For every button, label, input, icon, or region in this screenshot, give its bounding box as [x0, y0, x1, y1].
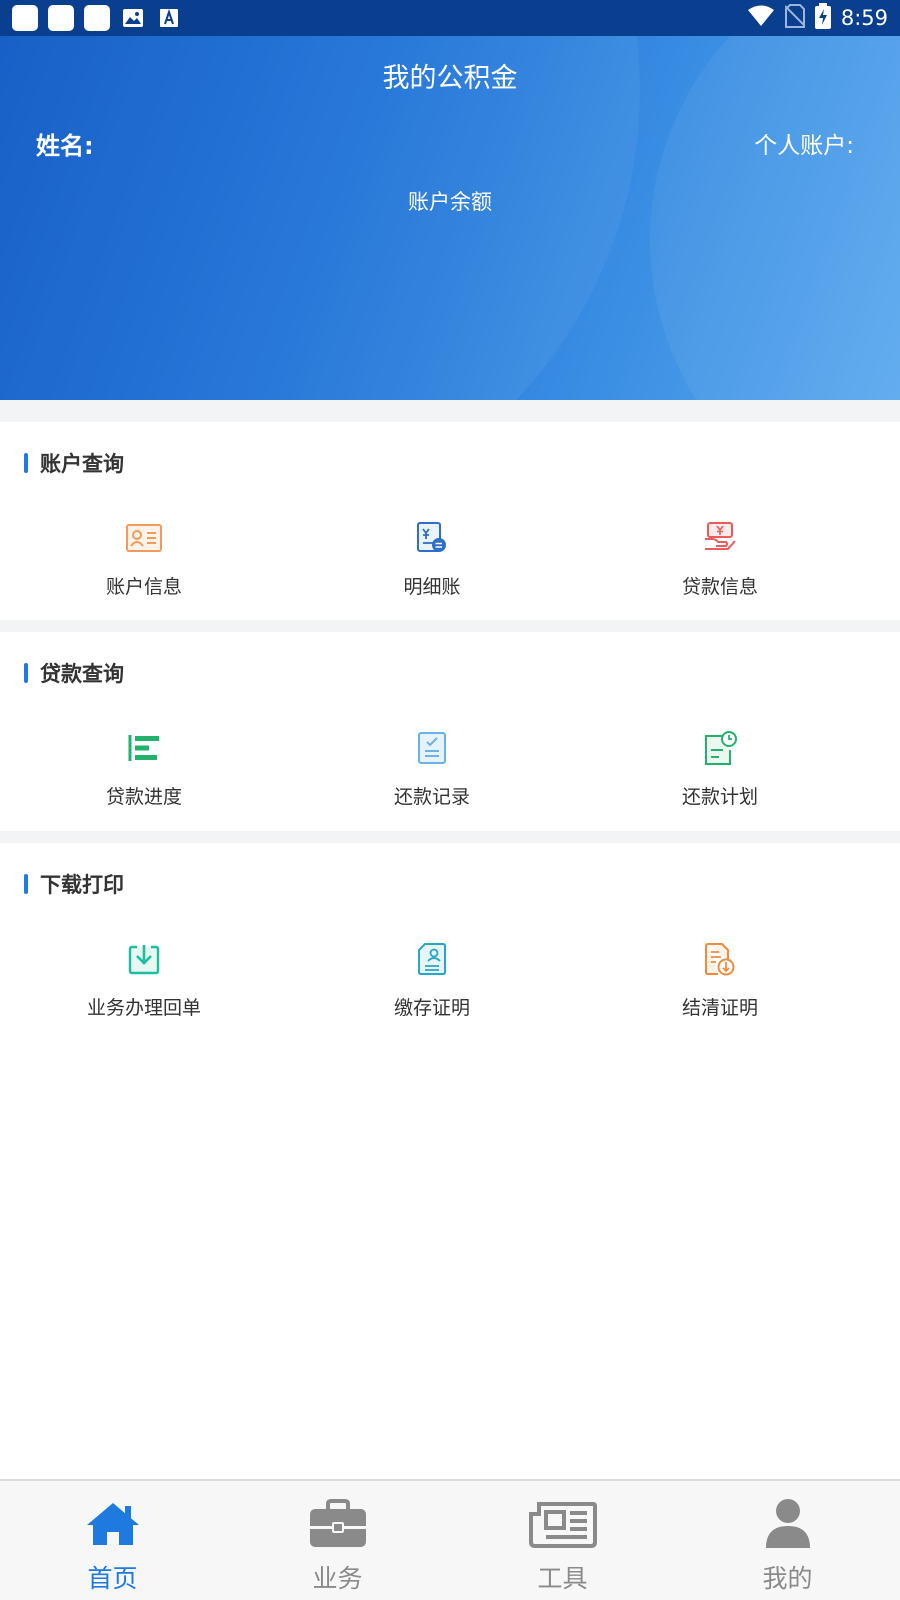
font-icon: [156, 5, 182, 31]
progress-icon: [124, 728, 164, 768]
section-accent-bar: [24, 453, 28, 473]
section-header: 贷款查询: [24, 658, 124, 688]
balance-label: 账户余额: [408, 190, 492, 214]
notification-icon: [12, 5, 38, 31]
menu-item-repayment-plan[interactable]: 还款计划: [576, 728, 864, 809]
nav-item-mine[interactable]: 我的: [675, 1481, 900, 1600]
loan-info-icon: [700, 518, 740, 558]
clock-time: 8:59: [840, 6, 888, 30]
nav-label: 首页: [87, 1564, 138, 1593]
header-banner: 8:59 我的公积金 姓名: 个人账户: 账户余额: [0, 0, 900, 400]
battery-icon: [814, 2, 831, 34]
nav-item-business[interactable]: 业务: [225, 1481, 450, 1600]
menu-item-settlement-certificate[interactable]: 结清证明: [576, 939, 864, 1020]
briefcase-icon: [303, 1495, 373, 1553]
section-title: 账户查询: [40, 452, 124, 476]
status-bar: 8:59: [0, 0, 900, 36]
notification-icon: [84, 5, 110, 31]
menu-item-deposit-certificate[interactable]: 缴存证明: [288, 939, 576, 1020]
menu-item-label: 业务办理回单: [86, 997, 201, 1019]
menu-item-loan-info[interactable]: 贷款信息: [576, 518, 864, 599]
section-header: 下载打印: [24, 869, 124, 899]
menu-item-label: 贷款进度: [105, 786, 182, 808]
wifi-icon: [747, 5, 775, 32]
section-accent-bar: [24, 663, 28, 683]
menu-item-business-receipt[interactable]: 业务办理回单: [0, 939, 288, 1020]
menu-item-label: 还款计划: [681, 786, 758, 808]
repay-plan-icon: [700, 728, 740, 768]
menu-item-label: 贷款信息: [681, 576, 758, 598]
menu-item-ledger[interactable]: 明细账: [288, 518, 576, 599]
section-divider: [0, 400, 900, 422]
download-print-section: 下载打印 业务办理回单 缴存证明 结清证明: [0, 843, 900, 1043]
menu-item-label: 明细账: [403, 576, 461, 598]
repay-record-icon: [412, 728, 452, 768]
user-icon: [753, 1495, 823, 1553]
section-divider: [0, 620, 900, 632]
deposit-certificate-icon: [412, 939, 452, 979]
ledger-icon: [412, 518, 452, 558]
settlement-certificate-icon: [700, 939, 740, 979]
menu-item-label: 缴存证明: [393, 997, 470, 1019]
section-header: 账户查询: [24, 448, 124, 478]
menu-grid: 业务办理回单 缴存证明 结清证明: [0, 939, 900, 1020]
section-title: 贷款查询: [40, 662, 124, 686]
page-title: 我的公积金: [382, 63, 518, 94]
menu-item-repayment-record[interactable]: 还款记录: [288, 728, 576, 809]
loan-query-section: 贷款查询 贷款进度 还款记录 还款计划: [0, 632, 900, 831]
nav-item-tools[interactable]: 工具: [450, 1481, 675, 1600]
image-icon: [120, 5, 146, 31]
id-card-icon: [124, 518, 164, 558]
menu-item-account-info[interactable]: 账户信息: [0, 518, 288, 599]
notification-icon: [48, 5, 74, 31]
account-query-section: 账户查询 账户信息 明细账 贷款信息: [0, 422, 900, 620]
name-label: 姓名:: [36, 132, 94, 160]
section-divider: [0, 831, 900, 843]
menu-item-label: 账户信息: [105, 576, 182, 598]
section-title: 下载打印: [40, 873, 124, 897]
nav-label: 我的: [762, 1564, 813, 1593]
menu-grid: 贷款进度 还款记录 还款计划: [0, 728, 900, 809]
download-icon: [124, 939, 164, 979]
menu-item-loan-progress[interactable]: 贷款进度: [0, 728, 288, 809]
nav-label: 业务: [312, 1564, 363, 1593]
newspaper-icon: [528, 1495, 598, 1553]
home-icon: [78, 1495, 148, 1553]
menu-item-label: 还款记录: [393, 786, 470, 808]
account-label: 个人账户:: [754, 133, 854, 159]
section-accent-bar: [24, 874, 28, 894]
menu-grid: 账户信息 明细账 贷款信息: [0, 518, 900, 599]
nav-label: 工具: [537, 1564, 588, 1593]
notification-icons: [12, 5, 182, 31]
no-sim-icon: [784, 3, 806, 33]
bottom-navigation: 首页 业务 工具 我的: [0, 1479, 900, 1600]
nav-item-home[interactable]: 首页: [0, 1481, 225, 1600]
menu-item-label: 结清证明: [681, 997, 758, 1019]
